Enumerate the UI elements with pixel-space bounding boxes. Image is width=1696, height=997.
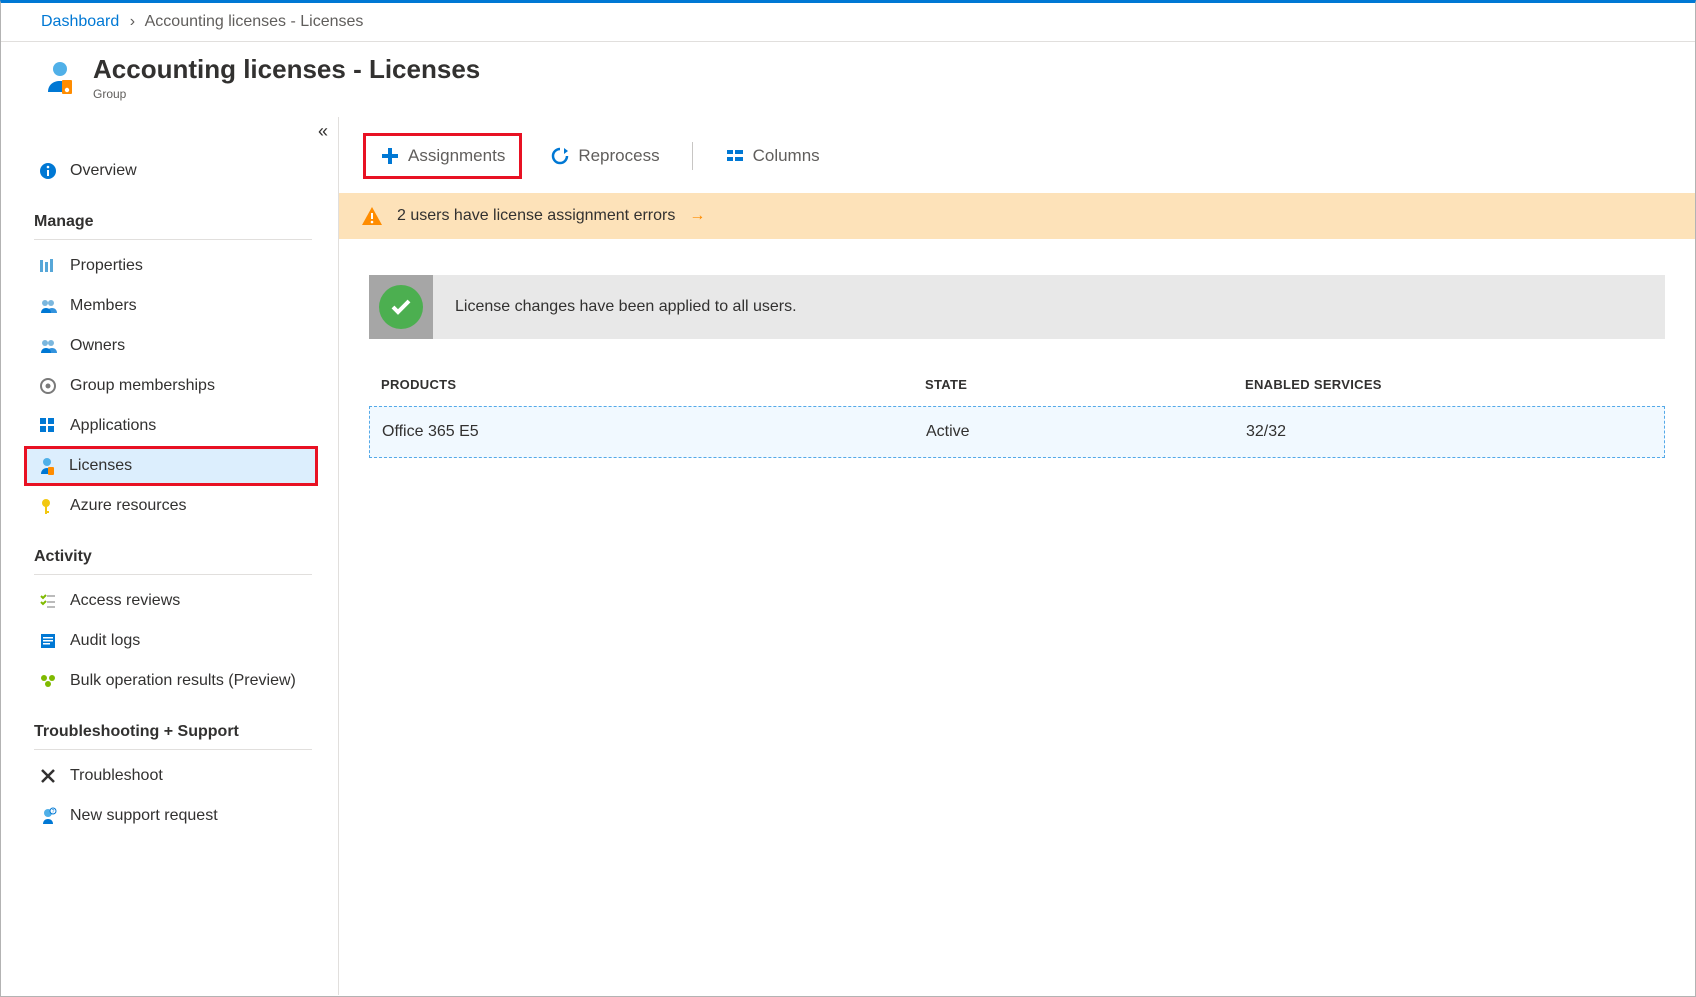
sidebar-item-label: Licenses (69, 457, 132, 475)
sidebar-item-label: Members (70, 297, 137, 315)
sidebar-item-group-memberships[interactable]: Group memberships (34, 366, 312, 406)
col-products[interactable]: PRODUCTS (381, 377, 925, 392)
check-icon (379, 285, 423, 329)
success-text: License changes have been applied to all… (433, 298, 797, 316)
sidebar-item-applications[interactable]: Applications (34, 406, 312, 446)
sidebar-item-new-support[interactable]: ? New support request (34, 796, 312, 836)
refresh-icon (550, 146, 570, 166)
sidebar-item-label: Properties (70, 257, 143, 275)
col-services[interactable]: ENABLED SERVICES (1245, 377, 1653, 392)
sidebar-item-members[interactable]: Members (34, 286, 312, 326)
checklist-icon (38, 591, 58, 611)
sidebar-item-azure-resources[interactable]: Azure resources (34, 486, 312, 526)
sidebar: « Overview Manage Properties Members Own… (1, 117, 339, 995)
arrow-icon: → (689, 207, 705, 225)
group-license-icon (41, 59, 79, 97)
breadcrumb-root[interactable]: Dashboard (41, 13, 119, 30)
sidebar-item-label: Troubleshoot (70, 767, 163, 785)
sidebar-item-label: Azure resources (70, 497, 187, 515)
gear-icon (38, 376, 58, 396)
sidebar-item-label: Owners (70, 337, 125, 355)
columns-icon (725, 146, 745, 166)
warning-icon (361, 205, 383, 227)
sidebar-item-properties[interactable]: Properties (34, 246, 312, 286)
owners-icon (38, 336, 58, 356)
success-badge (369, 275, 433, 339)
sidebar-item-label: Access reviews (70, 592, 180, 610)
col-state[interactable]: STATE (925, 377, 1245, 392)
log-icon (38, 631, 58, 651)
toolbar-separator (692, 142, 693, 170)
sidebar-item-access-reviews[interactable]: Access reviews (34, 581, 312, 621)
svg-text:?: ? (52, 809, 55, 815)
apps-icon (38, 416, 58, 436)
sidebar-item-troubleshoot[interactable]: Troubleshoot (34, 756, 312, 796)
success-banner: License changes have been applied to all… (369, 275, 1665, 339)
table-header: PRODUCTS STATE ENABLED SERVICES (369, 377, 1665, 406)
breadcrumb-current: Accounting licenses - Licenses (145, 13, 364, 30)
sidebar-item-bulk-operations[interactable]: Bulk operation results (Preview) (34, 661, 312, 701)
sidebar-group-support: Troubleshooting + Support (34, 723, 312, 750)
cell-services: 32/32 (1246, 423, 1652, 441)
sidebar-item-label: Applications (70, 417, 156, 435)
warning-banner[interactable]: 2 users have license assignment errors → (339, 193, 1695, 239)
sidebar-item-owners[interactable]: Owners (34, 326, 312, 366)
toolbar: Assignments Reprocess Columns (339, 117, 1695, 193)
button-label: Reprocess (578, 146, 659, 166)
sidebar-item-label: Bulk operation results (Preview) (70, 672, 296, 690)
license-icon (37, 456, 57, 476)
sidebar-item-label: Audit logs (70, 632, 140, 650)
page-subtitle: Group (93, 87, 480, 101)
members-icon (38, 296, 58, 316)
breadcrumb: Dashboard › Accounting licenses - Licens… (1, 3, 1695, 42)
sidebar-item-label: Group memberships (70, 377, 215, 395)
button-label: Columns (753, 146, 820, 166)
licenses-table: PRODUCTS STATE ENABLED SERVICES Office 3… (369, 377, 1665, 458)
properties-icon (38, 256, 58, 276)
bulk-icon (38, 671, 58, 691)
page-title: Accounting licenses - Licenses (93, 54, 480, 85)
reprocess-button[interactable]: Reprocess (540, 140, 669, 172)
cell-product: Office 365 E5 (382, 423, 926, 441)
sidebar-item-audit-logs[interactable]: Audit logs (34, 621, 312, 661)
sidebar-item-licenses[interactable]: Licenses (24, 446, 318, 486)
sidebar-item-overview[interactable]: Overview (34, 151, 312, 191)
sidebar-item-label: Overview (70, 162, 137, 180)
info-icon (38, 161, 58, 181)
collapse-sidebar-icon[interactable]: « (318, 121, 328, 142)
cell-state: Active (926, 423, 1246, 441)
button-label: Assignments (408, 146, 505, 166)
sidebar-group-manage: Manage (34, 213, 312, 240)
page-header: Accounting licenses - Licenses Group (1, 42, 1695, 117)
sidebar-group-activity: Activity (34, 548, 312, 575)
plus-icon (380, 146, 400, 166)
tools-icon (38, 766, 58, 786)
main-panel: Assignments Reprocess Columns 2 users ha… (339, 117, 1695, 995)
columns-button[interactable]: Columns (715, 140, 830, 172)
assignments-button[interactable]: Assignments (363, 133, 522, 179)
key-icon (38, 496, 58, 516)
support-icon: ? (38, 806, 58, 826)
breadcrumb-separator: › (130, 13, 135, 30)
table-row[interactable]: Office 365 E5 Active 32/32 (369, 406, 1665, 458)
sidebar-item-label: New support request (70, 807, 218, 825)
warning-text: 2 users have license assignment errors (397, 207, 675, 225)
